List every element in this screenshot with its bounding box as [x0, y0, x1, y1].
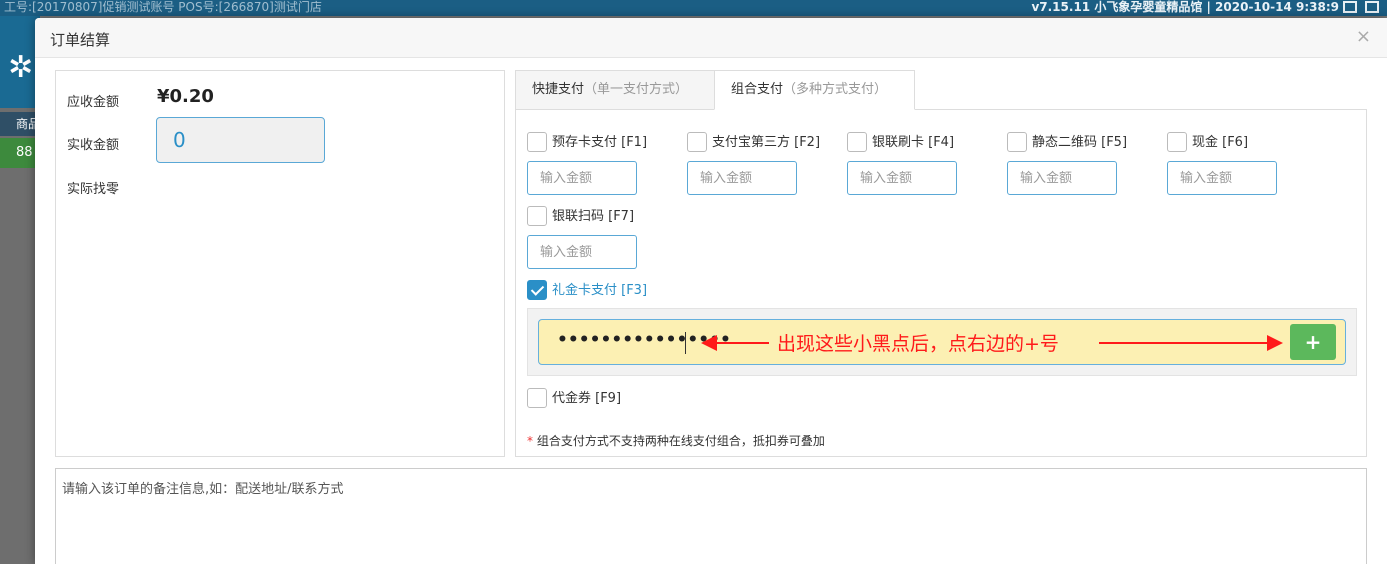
arrow-left-head-icon	[701, 335, 717, 351]
instruction-annotation: 出现这些小黑点后，点右边的+号	[777, 333, 1059, 355]
payment-tabs: 快捷支付（单一支付方式） 组合支付（多种方式支付）	[515, 70, 1367, 110]
tab-combined-pay-sub: （多种方式支付）	[783, 82, 888, 97]
brand-block: ✲	[0, 16, 40, 108]
app-sidebar: ✲ 商品 88	[0, 16, 40, 564]
alipay-amount-input[interactable]	[687, 161, 797, 195]
voucher-checkbox[interactable]	[527, 387, 547, 408]
text-caret	[685, 332, 686, 354]
logo-icon: ✲	[8, 50, 34, 85]
amount-received-field[interactable]: 0	[156, 117, 325, 163]
payment-option-unionpay-scan[interactable]: 银联扫码 [F7]	[527, 205, 634, 227]
static-qr-amount-input[interactable]	[1007, 161, 1117, 195]
side-tab-active[interactable]: 88	[0, 138, 40, 168]
unionpay-card-amount-input[interactable]	[847, 161, 957, 195]
static-qr-checkbox[interactable]	[1007, 131, 1027, 152]
cash-label: 现金 [F6]	[1192, 135, 1249, 150]
gift-card-label: 礼金卡支付 [F3]	[552, 283, 648, 298]
payment-option-unionpay-card[interactable]: 银联刷卡 [F4]	[847, 131, 954, 153]
unionpay-card-label: 银联刷卡 [F4]	[872, 135, 955, 150]
payment-option-prepaid[interactable]: 预存卡支付 [F1]	[527, 131, 647, 153]
amount-summary-panel: 应收金额 ¥0.20 实收金额 0 实际找零	[55, 70, 505, 457]
prepaid-label: 预存卡支付 [F1]	[552, 135, 648, 150]
close-icon[interactable]: ×	[1356, 26, 1371, 47]
amount-due-label: 应收金额	[67, 95, 120, 110]
side-tab-products[interactable]: 商品	[0, 112, 40, 136]
arrow-right-icon	[1099, 342, 1269, 344]
arrow-right-head-icon	[1267, 335, 1283, 351]
app-topbar: 工号:[20170807]促销测试账号 POS号:[266870]测试门店 v7…	[0, 0, 1387, 16]
static-qr-label: 静态二维码 [F5]	[1032, 135, 1128, 150]
gift-card-input-group: •••••••••••••••• 出现这些小黑点后，点右边的+号 +	[527, 308, 1357, 376]
unionpay-scan-label: 银联扫码 [F7]	[552, 209, 635, 224]
tab-combined-pay-label: 组合支付	[731, 82, 784, 97]
cash-amount-input[interactable]	[1167, 161, 1277, 195]
payment-option-static-qr[interactable]: 静态二维码 [F5]	[1007, 131, 1127, 153]
combined-pay-note: * 组合支付方式不支持两种在线支付组合，抵扣券可叠加	[527, 432, 825, 449]
payment-option-voucher[interactable]: 代金券 [F9]	[527, 387, 621, 409]
amount-received-label: 实收金额	[67, 138, 120, 153]
alipay-label: 支付宝第三方 [F2]	[712, 135, 821, 150]
payment-option-alipay[interactable]: 支付宝第三方 [F2]	[687, 131, 820, 153]
amount-due-value: ¥0.20	[157, 86, 214, 107]
voucher-label: 代金券 [F9]	[552, 391, 622, 406]
tab-quick-pay[interactable]: 快捷支付（单一支付方式）	[515, 70, 715, 110]
payment-option-gift-card[interactable]: 礼金卡支付 [F3]	[527, 279, 647, 301]
tab-quick-pay-label: 快捷支付	[532, 82, 585, 97]
payment-option-cash[interactable]: 现金 [F6]	[1167, 131, 1248, 153]
note-text: 组合支付方式不支持两种在线支付组合，抵扣券可叠加	[533, 434, 825, 448]
order-remark-textarea[interactable]	[55, 468, 1367, 564]
modal-title: 订单结算	[50, 31, 111, 49]
topbar-version-store-time: v7.15.11 小飞象孕婴童精品馆 | 2020-10-14 9:38:9	[1031, 0, 1339, 14]
prepaid-checkbox[interactable]	[527, 131, 547, 152]
unionpay-card-checkbox[interactable]	[847, 131, 867, 152]
alipay-checkbox[interactable]	[687, 131, 707, 152]
window-restore-icon[interactable]	[1343, 1, 1357, 13]
change-label: 实际找零	[67, 182, 120, 197]
gift-card-checkbox[interactable]	[527, 279, 547, 300]
add-gift-card-button[interactable]: +	[1290, 324, 1336, 360]
order-checkout-modal: 订单结算 × 应收金额 ¥0.20 实收金额 0 实际找零 快捷支付（单一支付方…	[35, 18, 1387, 564]
combined-payment-panel: 预存卡支付 [F1] 支付宝第三方 [F2] 银联刷卡 [F4] 静态二维码 […	[515, 109, 1367, 457]
modal-header: 订单结算 ×	[35, 18, 1387, 58]
topbar-user-info: 工号:[20170807]促销测试账号 POS号:[266870]测试门店	[4, 0, 322, 14]
cash-checkbox[interactable]	[1167, 131, 1187, 152]
prepaid-amount-input[interactable]	[527, 161, 637, 195]
arrow-left-icon	[714, 342, 769, 344]
tab-quick-pay-sub: （单一支付方式）	[584, 82, 689, 97]
gift-card-number-input[interactable]: •••••••••••••••• 出现这些小黑点后，点右边的+号 +	[538, 319, 1346, 365]
window-grid-icon[interactable]	[1365, 1, 1379, 13]
unionpay-scan-amount-input[interactable]	[527, 235, 637, 269]
tab-combined-pay[interactable]: 组合支付（多种方式支付）	[714, 70, 915, 110]
unionpay-scan-checkbox[interactable]	[527, 205, 547, 226]
